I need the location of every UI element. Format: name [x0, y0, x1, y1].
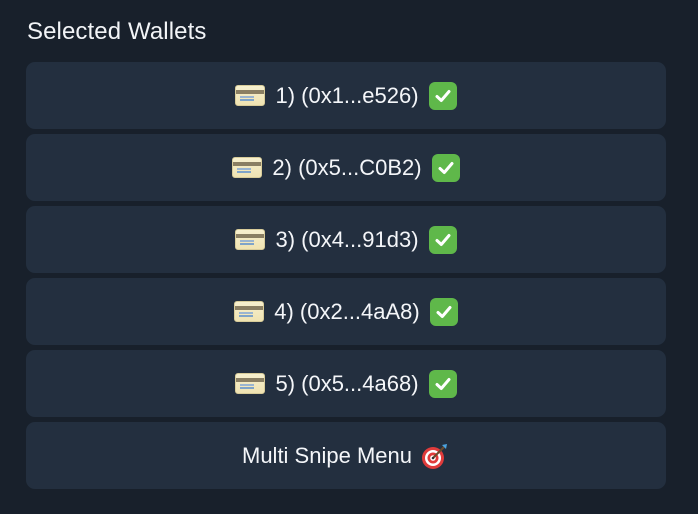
wallet-button-2[interactable]: 2) (0x5...C0B2)	[26, 134, 666, 201]
credit-card-icon	[235, 229, 266, 250]
credit-card-icon	[234, 301, 265, 322]
wallet-label: 1) (0x1...e526)	[275, 82, 419, 108]
wallet-label: 4) (0x2...4aA8)	[274, 298, 420, 324]
section-title: Selected Wallets	[27, 18, 207, 45]
check-mark-icon	[428, 369, 457, 398]
wallet-button-3[interactable]: 3) (0x4...91d3)	[26, 206, 666, 273]
credit-card-icon	[235, 85, 266, 106]
wallet-label: 2) (0x5...C0B2)	[272, 154, 422, 180]
wallet-button-4[interactable]: 4) (0x2...4aA8)	[26, 278, 666, 345]
wallet-label: 5) (0x5...4a68)	[275, 370, 419, 396]
check-mark-icon	[428, 81, 457, 110]
credit-card-icon	[235, 373, 266, 394]
wallet-button-5[interactable]: 5) (0x5...4a68)	[26, 350, 666, 417]
dart-target-icon	[420, 441, 450, 471]
multi-snipe-menu-button[interactable]: Multi Snipe Menu	[26, 422, 666, 489]
credit-card-icon	[232, 157, 263, 178]
menu-button-label: Multi Snipe Menu	[242, 442, 412, 468]
check-mark-icon	[429, 297, 458, 326]
wallet-label: 3) (0x4...91d3)	[275, 226, 419, 252]
check-mark-icon	[428, 225, 457, 254]
wallet-button-list: 1) (0x1...e526) 2) (0x5...C0B2) 3) (0x4.…	[26, 62, 666, 489]
check-mark-icon	[431, 153, 460, 182]
wallet-button-1[interactable]: 1) (0x1...e526)	[26, 62, 666, 129]
